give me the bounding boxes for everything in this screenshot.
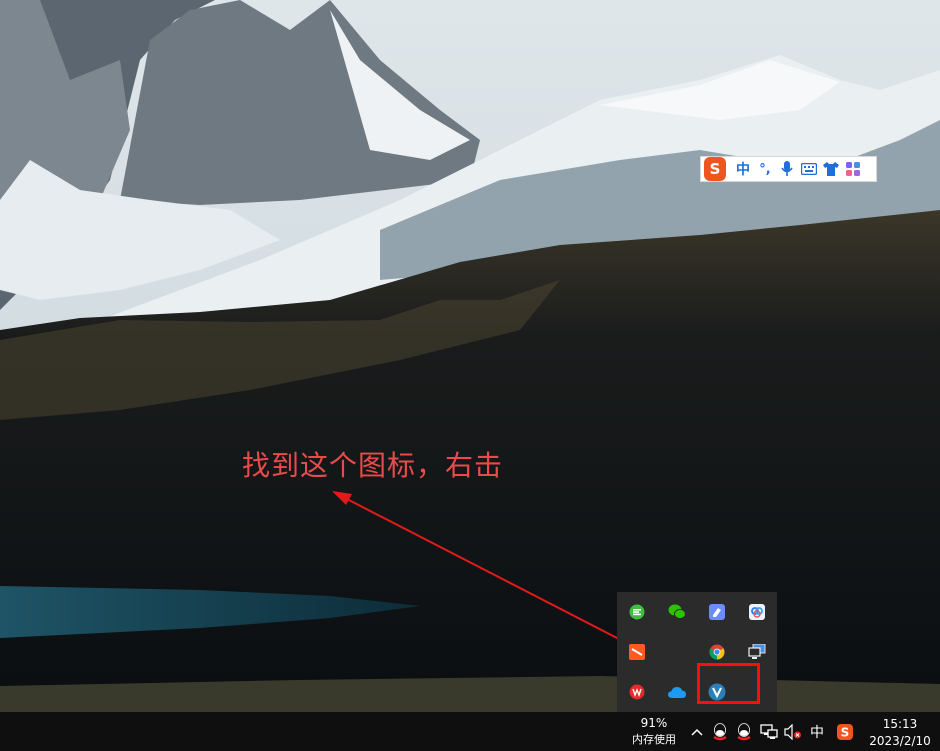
baidu-netdisk-icon[interactable] (737, 592, 777, 632)
red-app-icon[interactable] (617, 672, 657, 712)
annotation-text: 找到这个图标，右击 (242, 449, 504, 482)
keyboard-icon[interactable] (798, 157, 820, 181)
desktop-wallpaper (0, 0, 940, 712)
toolbox-icon[interactable] (842, 157, 864, 181)
sogou-tray-icon[interactable]: S (834, 718, 856, 746)
ime-mode-toggle[interactable]: 中 (732, 157, 754, 181)
green-app-icon[interactable] (617, 592, 657, 632)
memory-usage-widget[interactable]: 91% 内存使用 (626, 712, 682, 751)
ime-indicator[interactable]: 中 (806, 716, 828, 748)
clock-time: 15:13 (882, 717, 918, 731)
skin-icon[interactable] (820, 157, 842, 181)
ime-toolbar[interactable]: S 中 °, (700, 156, 877, 182)
memory-percent: 91% (640, 716, 668, 730)
show-hidden-icons-button[interactable] (686, 716, 708, 748)
ime-punctuation-toggle[interactable]: °, (754, 157, 776, 181)
qq-icon[interactable] (709, 718, 731, 746)
orange-app-icon[interactable] (617, 632, 657, 672)
microphone-icon[interactable] (776, 157, 798, 181)
blue-note-icon[interactable] (697, 592, 737, 632)
wechat-icon[interactable] (657, 592, 697, 632)
qq-icon[interactable] (733, 718, 755, 746)
chevron-up-icon (691, 728, 703, 736)
onedrive-icon[interactable] (657, 672, 697, 712)
network-icon[interactable] (758, 718, 780, 746)
sogou-logo-icon[interactable]: S (704, 157, 726, 181)
svg-text:S: S (841, 726, 850, 740)
highlight-box (697, 663, 760, 704)
taskbar-clock[interactable]: 15:13 2023/2/10 (862, 713, 938, 751)
clock-date: 2023/2/10 (869, 734, 931, 748)
volume-muted-icon[interactable] (782, 718, 804, 746)
memory-label: 内存使用 (632, 733, 676, 746)
